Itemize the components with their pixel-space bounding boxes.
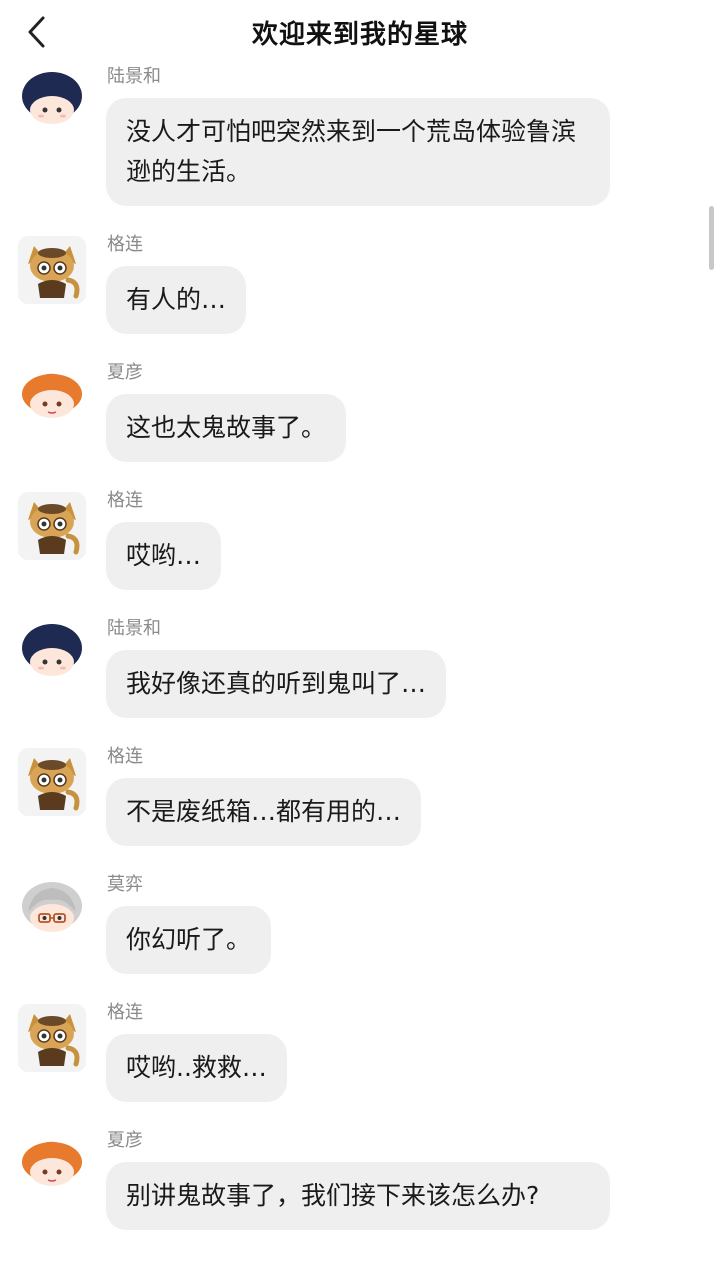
page-title: 欢迎来到我的星球 <box>251 20 468 50</box>
message-bubble[interactable]: 哎哟..救救… <box>106 1034 287 1102</box>
sender-name: 夏彦 <box>107 362 143 383</box>
message-bubble[interactable]: 别讲鬼故事了，我们接下来该怎么办? <box>106 1162 610 1230</box>
message-bubble[interactable]: 我好像还真的听到鬼叫了… <box>106 650 447 718</box>
ge-avatar[interactable] <box>18 492 86 560</box>
ge-avatar[interactable] <box>18 748 86 816</box>
sender-name: 格连 <box>107 1002 143 1023</box>
xia-avatar[interactable] <box>18 364 86 432</box>
scrollbar[interactable] <box>709 206 714 270</box>
message-item: 夏彦 这也太鬼故事了。 <box>0 358 720 462</box>
sender-name: 格连 <box>107 234 143 255</box>
sender-name: 格连 <box>107 746 143 767</box>
ge-avatar[interactable] <box>18 1004 86 1072</box>
sender-name: 陆景和 <box>107 66 161 87</box>
lu-avatar[interactable] <box>18 620 86 688</box>
message-item: 格连 有人的… <box>0 230 720 334</box>
message-item: 格连 哎哟… <box>0 486 720 590</box>
message-bubble[interactable]: 不是废纸箱…都有用的… <box>106 778 422 846</box>
message-item: 莫弈 你幻听了。 <box>0 870 720 974</box>
message-item: 陆景和 没人才可怕吧突然来到一个荒岛体验鲁滨逊的生活。 <box>0 62 720 206</box>
sender-name: 陆景和 <box>107 618 161 639</box>
message-item: 格连 不是废纸箱…都有用的… <box>0 742 720 846</box>
message-item: 陆景和 我好像还真的听到鬼叫了… <box>0 614 720 718</box>
message-bubble[interactable]: 你幻听了。 <box>106 906 272 974</box>
message-item: 夏彦 别讲鬼故事了，我们接下来该怎么办? <box>0 1126 720 1230</box>
ge-avatar[interactable] <box>18 236 86 304</box>
chat-screen: 欢迎来到我的星球 陆景和 没人才可怕吧突然来到一个荒岛体验鲁滨逊的生活。 格连 … <box>0 0 720 1264</box>
lu-avatar[interactable] <box>18 68 86 136</box>
sender-name: 莫弈 <box>107 874 143 895</box>
message-bubble[interactable]: 哎哟… <box>106 522 222 590</box>
sender-name: 夏彦 <box>107 1130 143 1151</box>
mo-avatar[interactable] <box>18 876 86 944</box>
message-bubble[interactable]: 没人才可怕吧突然来到一个荒岛体验鲁滨逊的生活。 <box>106 98 610 206</box>
message-bubble[interactable]: 有人的… <box>106 266 247 334</box>
sender-name: 格连 <box>107 490 143 511</box>
xia-avatar[interactable] <box>18 1132 86 1200</box>
message-bubble[interactable]: 这也太鬼故事了。 <box>106 394 347 462</box>
top-bar: 欢迎来到我的星球 <box>0 0 720 66</box>
message-item: 格连 哎哟..救救… <box>0 998 720 1102</box>
